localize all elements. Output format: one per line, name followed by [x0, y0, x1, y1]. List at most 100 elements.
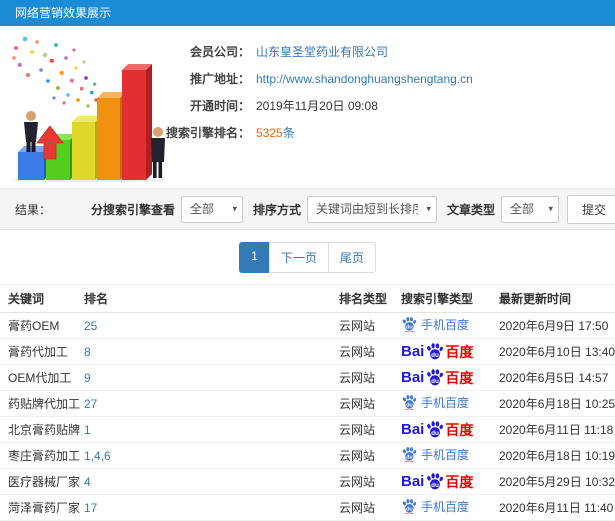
result-label: 结果：: [15, 202, 52, 217]
page-button-last[interactable]: 尾页: [327, 241, 376, 273]
svg-text:du: du: [406, 325, 413, 331]
sort-filter-label: 排序方式: [252, 202, 301, 217]
rank-link[interactable]: 27: [84, 397, 97, 411]
rank-link[interactable]: 25: [84, 319, 97, 333]
mobile-baidu-text: 手机百度: [421, 317, 470, 332]
keyword-cell: 药贴牌代加工: [0, 390, 80, 417]
table-body: 膏药OEM 25 云网站 Bai du 百度: [0, 312, 615, 521]
rank-type-cell: 云网站: [335, 364, 397, 391]
keyword-cell: 医疗器械厂家: [0, 468, 80, 495]
mobile-baidu-text: 手机百度: [421, 447, 470, 462]
engine-select-wrap: 全部: [180, 195, 243, 223]
article-filter-label: 文章类型: [446, 202, 495, 217]
rank-cell: 1: [80, 416, 335, 443]
baidu-logo: Bai du 百度: [401, 342, 473, 362]
table-row: 膏药OEM 25 云网站 Bai du 百度: [0, 312, 615, 339]
table-header-row: 关键词 排名 排名类型 搜索引擎类型 最新更新时间: [0, 284, 615, 313]
results-table: 关键词 排名 排名类型 搜索引擎类型 最新更新时间 膏药OEM 25 云网站 B…: [0, 284, 615, 521]
updated-cell: 2020年6月11日 11:18: [495, 416, 615, 443]
pagination-wrap: 1 下一页 尾页: [0, 230, 615, 284]
engine-cell: Bai du 百度 du: [397, 494, 495, 521]
baidu-logo: Bai du 百度: [401, 420, 473, 440]
page-title: 网络营销效果展示: [0, 0, 615, 26]
keyword-cell: 枣庄膏药加工: [0, 442, 80, 469]
open-time-row: 开通时间： 2019年11月20日 09:08: [0, 92, 615, 119]
updated-cell: 2020年5月29日 10:32: [495, 468, 615, 495]
rank-link[interactable]: 1,4,6: [84, 449, 111, 463]
baidu-cn-text: 百度: [445, 369, 474, 386]
company-info: 会员公司： 山东皇圣堂药业有限公司 推广地址： http://www.shand…: [0, 38, 615, 146]
rank-type-cell: 云网站: [335, 442, 397, 469]
sort-select-wrap: 关键词由短到长排序: [306, 195, 437, 223]
article-select[interactable]: 全部: [501, 195, 559, 223]
rank-cell: 8: [80, 338, 335, 365]
member-company-label: 会员公司：: [189, 45, 250, 59]
svg-text:du: du: [431, 482, 439, 489]
engine-cell: Bai du 百度 du: [397, 338, 495, 365]
rank-type-cell: 云网站: [335, 312, 397, 339]
promo-url-link[interactable]: http://www.shandonghuangshengtang.cn: [256, 72, 473, 86]
svg-text:du: du: [406, 455, 413, 461]
rank-link[interactable]: 9: [84, 371, 91, 385]
engine-cell: Bai du 百度 du: [397, 442, 495, 469]
rank-unit: 条: [282, 126, 295, 140]
mobile-baidu-paw-icon: du: [402, 317, 417, 333]
svg-text:du: du: [406, 403, 413, 409]
col-keyword: 关键词: [0, 284, 80, 313]
mobile-baidu-text: 手机百度: [421, 499, 470, 514]
col-updated: 最新更新时间: [495, 284, 615, 313]
table-row: 北京膏药贴牌 1 云网站 Bai du 百度 2020年6月11日 11:18: [0, 416, 615, 443]
baidu-bai-text: Bai: [401, 369, 425, 386]
promo-url-row: 推广地址： http://www.shandonghuangshengtang.…: [0, 65, 615, 92]
page-button-current[interactable]: 1: [239, 241, 270, 273]
rank-link[interactable]: 4: [84, 475, 91, 489]
baidu-logo: Bai du 百度: [401, 472, 473, 492]
updated-cell: 2020年6月9日 17:50: [495, 312, 615, 339]
mobile-baidu-paw-icon: du: [402, 395, 417, 411]
mobile-baidu-text: 手机百度: [421, 395, 470, 410]
rank-type-cell: 云网站: [335, 338, 397, 365]
member-company-link[interactable]: 山东皇圣堂药业有限公司: [256, 43, 388, 60]
mobile-baidu-logo: du 手机百度: [401, 498, 469, 515]
engine-rank-row: 搜索引擎排名： 5325条: [0, 119, 615, 146]
rank-link[interactable]: 17: [84, 501, 97, 515]
engine-cell: Bai du 百度 du: [397, 364, 495, 391]
col-engine: 搜索引擎类型: [397, 284, 495, 313]
mobile-baidu-logo: du 手机百度: [401, 316, 469, 333]
table-row: 膏药代加工 8 云网站 Bai du 百度 2020年6月10日 13:40: [0, 338, 615, 365]
keyword-cell: 膏药代加工: [0, 338, 80, 365]
rank-type-cell: 云网站: [335, 390, 397, 417]
promo-url-label: 推广地址：: [189, 72, 250, 86]
keyword-cell: 膏药OEM: [0, 312, 80, 339]
engine-cell: Bai du 百度 du: [397, 390, 495, 417]
keyword-cell: 北京膏药贴牌: [0, 416, 80, 443]
baidu-bai-text: Bai: [401, 421, 425, 438]
engine-select[interactable]: 全部: [180, 195, 243, 223]
svg-text:du: du: [431, 430, 439, 437]
baidu-paw-icon: du: [427, 421, 444, 438]
baidu-bai-text: Bai: [401, 343, 425, 360]
baidu-logo: Bai du 百度: [401, 368, 473, 388]
baidu-paw-icon: du: [427, 473, 444, 490]
baidu-paw-icon: du: [427, 343, 444, 360]
svg-text:du: du: [406, 507, 413, 513]
page-button-next[interactable]: 下一页: [268, 241, 329, 273]
filter-bar: 结果： 分搜索引擎查看 全部 排序方式 关键词由短到长排序 文章类型 全部 提交: [0, 188, 615, 230]
table-row: 药贴牌代加工 27 云网站 Bai du 百度: [0, 390, 615, 417]
sort-select[interactable]: 关键词由短到长排序: [306, 195, 437, 223]
col-rank: 排名: [80, 284, 335, 313]
rank-link[interactable]: 8: [84, 345, 91, 359]
rank-link[interactable]: 1: [84, 423, 91, 437]
updated-cell: 2020年6月18日 10:25: [495, 390, 615, 417]
engine-cell: Bai du 百度 du: [397, 416, 495, 443]
engine-cell: Bai du 百度 du: [397, 468, 495, 495]
rank-type-cell: 云网站: [335, 494, 397, 521]
rank-cell: 17: [80, 494, 335, 521]
pagination: 1 下一页 尾页: [239, 241, 376, 273]
baidu-cn-text: 百度: [445, 473, 474, 490]
open-time-label: 开通时间：: [189, 99, 250, 113]
open-time-value: 2019年11月20日 09:08: [256, 99, 378, 113]
engine-cell: Bai du 百度 du: [397, 312, 495, 339]
submit-button[interactable]: 提交: [567, 194, 615, 224]
keyword-cell: OEM代加工: [0, 364, 80, 391]
